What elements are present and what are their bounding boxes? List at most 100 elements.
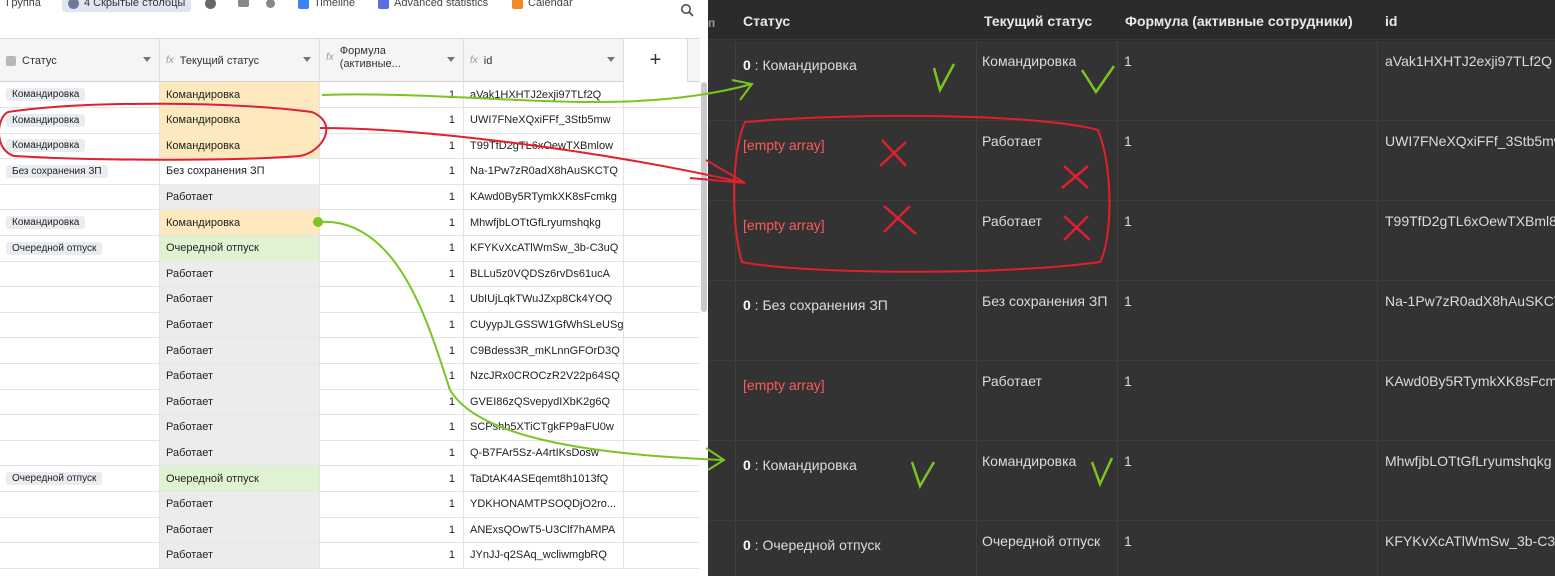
table-row[interactable]: Работает 1 C9Bdess3R_mKLnnGFOrD3Q xyxy=(0,338,700,364)
status-cell[interactable]: Очередной отпуск xyxy=(0,466,160,491)
table-row[interactable]: Очередной отпуск Очередной отпуск 1 KFYKvXc… xyxy=(0,235,700,262)
status-cell[interactable] xyxy=(0,542,160,568)
current-status-cell[interactable]: Работает xyxy=(160,312,320,338)
grid-scrollbar[interactable] xyxy=(701,82,707,312)
id-cell[interactable]: JYnJJ-q2SAq_wcliwmgbRQ xyxy=(464,542,624,568)
status-cell[interactable] xyxy=(0,414,160,440)
id-cell[interactable]: C9Bdess3R_mKLnnGFOrD3Q xyxy=(464,338,624,363)
current-status-cell[interactable]: Работает xyxy=(160,363,320,389)
viewer-row[interactable]: 0 : Командировка Командировка 1 MhwfjbLOTtG… xyxy=(708,441,1555,521)
status-cell[interactable] xyxy=(0,184,160,210)
formula-cell[interactable]: 1 xyxy=(320,466,464,491)
formula-cell[interactable]: 1 xyxy=(320,261,464,287)
status-cell[interactable] xyxy=(0,517,160,543)
formula-cell[interactable]: 1 xyxy=(320,414,464,440)
table-row[interactable]: Работает 1 JYnJJ-q2SAq_wcliwmgbRQ xyxy=(0,542,700,569)
formula-cell[interactable]: 1 xyxy=(320,542,464,568)
id-cell[interactable]: TaDtAK4ASEqemt8h1013fQ xyxy=(464,466,624,491)
id-cell[interactable]: UWI7FNeXQxiFFf_3Stb5mw xyxy=(464,107,624,133)
id-cell[interactable]: Q-B7FAr5Sz-A4rtIKsDosw xyxy=(464,440,624,466)
table-row[interactable]: Работает 1 SCPshh5XTiCTgkFP9aFU0w xyxy=(0,414,700,441)
table-row[interactable]: Работает 1 GVEI86zQSvepydIXbK2g6Q xyxy=(0,389,700,416)
viewer-row[interactable]: 0 : Очередной отпуск Очередной отпуск 1 KFY… xyxy=(708,521,1555,576)
id-cell[interactable]: aVak1HXHTJ2exji97TLf2Q xyxy=(464,82,624,107)
column-header-current-status[interactable]: fx Текущий статус xyxy=(160,39,320,82)
timeline-button[interactable]: Timeline xyxy=(298,0,355,12)
current-status-cell[interactable]: Командировка xyxy=(160,210,320,235)
column-header-formula[interactable]: fx Формула (активные... xyxy=(320,39,464,82)
formula-cell[interactable]: 1 xyxy=(320,82,464,107)
add-column-button[interactable]: + xyxy=(624,39,688,82)
id-cell[interactable]: YDKHONAMTPSOQDjO2ro... xyxy=(464,491,624,517)
current-status-cell[interactable]: Командировка xyxy=(160,107,320,133)
table-row[interactable]: Командировка Командировка 1 MhwfjbLOTtGfLry… xyxy=(0,210,700,236)
table-row[interactable]: Работает 1 BLLu5z0VQDSz6rvDs61ucA xyxy=(0,261,700,288)
formula-cell[interactable]: 1 xyxy=(320,338,464,363)
viewer-row[interactable]: [empty array] Работает 1 UWI7FNeXQxiFFf_3St… xyxy=(708,121,1555,201)
status-cell[interactable]: Очередной отпуск xyxy=(0,235,160,261)
formula-cell[interactable]: 1 xyxy=(320,158,464,184)
id-cell[interactable]: SCPshh5XTiCTgkFP9aFU0w xyxy=(464,414,624,440)
status-cell[interactable] xyxy=(0,440,160,466)
id-cell[interactable]: BLLu5z0VQDSz6rvDs61ucA xyxy=(464,261,624,287)
id-cell[interactable]: Na-1Pw7zR0adX8hAuSKCTQ xyxy=(464,158,624,184)
status-cell[interactable] xyxy=(0,261,160,287)
id-cell[interactable]: NzcJRx0CROCzR2V22p64SQ xyxy=(464,363,624,389)
formula-cell[interactable]: 1 xyxy=(320,491,464,517)
current-status-cell[interactable]: Командировка xyxy=(160,82,320,107)
table-row[interactable]: Работает 1 ANExsQOwT5-U3Clf7hAMPA xyxy=(0,517,700,544)
current-status-cell[interactable]: Работает xyxy=(160,338,320,363)
id-cell[interactable]: ANExsQOwT5-U3Clf7hAMPA xyxy=(464,517,624,543)
status-cell[interactable]: Командировка xyxy=(0,107,160,133)
table-row[interactable]: Работает 1 NzcJRx0CROCzR2V22p64SQ xyxy=(0,363,700,390)
formula-cell[interactable]: 1 xyxy=(320,235,464,261)
row-height-button[interactable] xyxy=(238,0,249,12)
search-icon[interactable] xyxy=(680,3,694,17)
table-row[interactable]: Командировка Командировка 1 UWI7FNeXQxiFFf_… xyxy=(0,107,700,134)
status-cell[interactable] xyxy=(0,389,160,415)
status-cell[interactable]: Без сохранения ЗП xyxy=(0,158,160,184)
table-row[interactable]: Работает 1 UbIUjLqkTWuJZxp8Ck4YOQ xyxy=(0,286,700,313)
current-status-cell[interactable]: Работает xyxy=(160,517,320,543)
chevron-down-icon[interactable] xyxy=(607,57,615,62)
calendar-button[interactable]: Calendar xyxy=(512,0,573,12)
current-status-cell[interactable]: Работает xyxy=(160,184,320,210)
status-cell[interactable] xyxy=(0,286,160,312)
formula-cell[interactable]: 1 xyxy=(320,286,464,312)
color-button[interactable] xyxy=(205,0,216,12)
formula-cell[interactable]: 1 xyxy=(320,107,464,133)
id-cell[interactable]: GVEI86zQSvepydIXbK2g6Q xyxy=(464,389,624,415)
table-row[interactable]: Командировка Командировка 1 aVak1HXHTJ2exji… xyxy=(0,82,700,108)
status-cell[interactable]: Командировка xyxy=(0,133,160,159)
viewer-column-formula[interactable]: Формула (активные сотрудники) xyxy=(1125,2,1353,40)
current-status-cell[interactable]: Работает xyxy=(160,286,320,312)
status-cell[interactable]: Командировка xyxy=(0,82,160,107)
viewer-column-current-status[interactable]: Текущий статус xyxy=(984,2,1092,40)
table-row[interactable]: Командировка Командировка 1 T99TfD2gTL6xOew… xyxy=(0,133,700,160)
status-cell[interactable] xyxy=(0,491,160,517)
viewer-column-id[interactable]: id xyxy=(1385,2,1397,40)
column-header-status[interactable]: Статус xyxy=(0,39,160,82)
id-cell[interactable]: CUyypJLGSSW1GfWhSLeUSg xyxy=(464,312,624,338)
table-row[interactable]: Без сохранения ЗП Без сохранения ЗП 1 Na-1P… xyxy=(0,158,700,185)
current-status-cell[interactable]: Работает xyxy=(160,389,320,415)
id-cell[interactable]: UbIUjLqkTWuJZxp8Ck4YOQ xyxy=(464,286,624,312)
formula-cell[interactable]: 1 xyxy=(320,210,464,235)
table-row[interactable]: Работает 1 YDKHONAMTPSOQDjO2ro... xyxy=(0,491,700,518)
current-status-cell[interactable]: Работает xyxy=(160,542,320,568)
current-status-cell[interactable]: Работает xyxy=(160,414,320,440)
formula-cell[interactable]: 1 xyxy=(320,363,464,389)
advanced-statistics-button[interactable]: Advanced statistics xyxy=(378,0,488,12)
group-button[interactable]: Группа xyxy=(6,0,41,12)
current-status-cell[interactable]: Работает xyxy=(160,491,320,517)
chevron-down-icon[interactable] xyxy=(447,57,455,62)
current-status-cell[interactable]: Без сохранения ЗП xyxy=(160,158,320,184)
formula-cell[interactable]: 1 xyxy=(320,312,464,338)
table-row[interactable]: Работает 1 CUyypJLGSSW1GfWhSLeUSg xyxy=(0,312,700,339)
formula-cell[interactable]: 1 xyxy=(320,517,464,543)
table-row[interactable]: Работает 1 KAwd0By5RTymkXK8sFcmkg xyxy=(0,184,700,211)
current-status-cell[interactable]: Командировка xyxy=(160,133,320,159)
formula-cell[interactable]: 1 xyxy=(320,184,464,210)
id-cell[interactable]: MhwfjbLOTtGfLryumshqkg xyxy=(464,210,624,235)
current-status-cell[interactable]: Очередной отпуск xyxy=(160,235,320,261)
